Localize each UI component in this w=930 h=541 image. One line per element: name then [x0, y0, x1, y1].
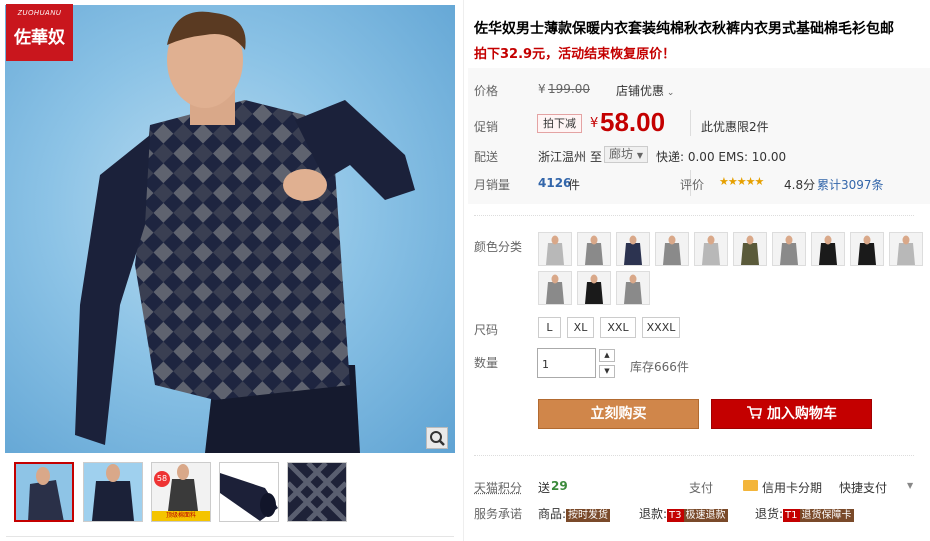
sale-price: 58.00 — [600, 107, 666, 137]
shop-discount-label: 店铺优惠 — [616, 84, 665, 98]
dropdown-arrow-icon[interactable]: ▼ — [907, 481, 913, 490]
thumbnail-3[interactable]: 58 顶级棉面料 — [151, 462, 211, 522]
original-price: 199.00 — [548, 82, 590, 96]
destination-value: 廊坊 — [609, 147, 634, 161]
color-swatch[interactable] — [538, 232, 572, 266]
thumbnail-2[interactable] — [83, 462, 143, 522]
divider — [474, 455, 914, 456]
divider — [474, 215, 914, 216]
fast-refund-badge[interactable]: 极速退款 — [683, 509, 728, 522]
color-swatch[interactable] — [577, 271, 611, 305]
color-swatch[interactable] — [538, 271, 572, 305]
payment-label: 支付 — [689, 481, 714, 495]
refund-label: 退款: — [639, 507, 668, 521]
shop-discount-dropdown[interactable]: 店铺优惠 ⌄ — [616, 82, 674, 99]
points-send: 送 — [538, 481, 551, 495]
currency-symbol: ¥ — [590, 116, 599, 131]
quantity-label: 数量 — [474, 356, 499, 370]
brand-logo: ZUOHUANU 佐華奴 — [6, 4, 73, 61]
thumbnail-1[interactable] — [14, 462, 74, 522]
size-option-xl[interactable]: XL — [567, 317, 594, 338]
review-label: 评价 — [680, 178, 705, 192]
color-swatch[interactable] — [850, 232, 884, 266]
price-label: 价格 — [474, 84, 499, 98]
promo-tag: 拍下减 — [537, 114, 582, 133]
promo-limit: 此优惠限2件 — [701, 120, 769, 134]
rating-score: 4.8分 — [784, 178, 816, 192]
color-swatch[interactable] — [733, 232, 767, 266]
thumbnail-price-badge: 58 — [154, 471, 170, 487]
size-option-xxxl[interactable]: XXXL — [642, 317, 680, 338]
color-swatch[interactable] — [694, 232, 728, 266]
credit-installment[interactable]: 信用卡分期 — [762, 479, 822, 496]
points-value: 29 — [551, 479, 568, 493]
color-swatch[interactable] — [655, 232, 689, 266]
sales-unit: 件 — [568, 178, 581, 192]
color-swatch[interactable] — [616, 271, 650, 305]
quantity-increase-button[interactable]: ▲ — [599, 349, 615, 362]
monthly-sales-label: 月销量 — [474, 178, 511, 192]
destination-select[interactable]: 廊坊 ▼ — [604, 146, 648, 163]
size-option-xxl[interactable]: XXL — [600, 317, 636, 338]
cart-icon — [746, 406, 767, 422]
thumbnail-5[interactable] — [287, 462, 347, 522]
color-swatch[interactable] — [889, 232, 923, 266]
shipping-from: 浙江温州 — [538, 150, 587, 164]
color-swatch[interactable] — [772, 232, 806, 266]
color-swatch[interactable] — [811, 232, 845, 266]
refund-code-badge: T3 — [667, 509, 684, 522]
stock-count: 库存666件 — [630, 360, 689, 374]
review-total-link[interactable]: 累计3097条 — [817, 176, 884, 193]
color-swatch[interactable] — [577, 232, 611, 266]
buy-now-button[interactable]: 立刻购买 — [538, 399, 699, 429]
shipping-fees: 快递: 0.00 EMS: 10.00 — [656, 150, 787, 164]
service-refund: 退款: T3 极速退款 — [639, 505, 728, 522]
dropdown-arrow-icon: ▼ — [636, 151, 643, 160]
color-swatch[interactable] — [616, 232, 650, 266]
monthly-sales-count: 4126 — [538, 176, 572, 190]
thumbnail-banner: 顶级棉面料 — [152, 511, 210, 521]
zoom-icon[interactable] — [426, 427, 448, 449]
service-return: 退货: T1 退货保障卡 — [755, 505, 854, 522]
return-code-badge: T1 — [783, 509, 800, 522]
model-photo — [75, 11, 415, 453]
tmall-points-label[interactable]: 天猫积分 — [474, 479, 522, 496]
thumbnail-4[interactable] — [219, 462, 279, 522]
service-label: 服务承诺 — [474, 507, 523, 521]
quick-pay[interactable]: 快捷支付 — [839, 479, 887, 496]
chevron-up-icon: ▲ — [604, 351, 610, 359]
add-to-cart-button[interactable]: 加入购物车 — [711, 399, 872, 429]
service-goods: 商品: 按时发货 — [538, 505, 611, 522]
size-option-l[interactable]: L — [538, 317, 561, 338]
goods-label: 商品: — [538, 507, 567, 521]
rating-stars-icon: ★★★★★ — [719, 175, 764, 188]
shipping-to-word: 至 — [590, 150, 603, 164]
main-product-image[interactable] — [5, 5, 455, 453]
credit-card-icon — [743, 480, 758, 491]
promo-text: 拍下32.9元，活动结束恢复原价！ — [474, 47, 676, 62]
color-label: 颜色分类 — [474, 240, 523, 254]
quantity-decrease-button[interactable]: ▼ — [599, 365, 615, 378]
on-time-delivery-badge[interactable]: 按时发货 — [566, 509, 611, 522]
product-title: 佐华奴男士薄款保暖内衣套装纯棉秋衣秋裤内衣男式基础棉毛衫包邮 — [474, 21, 894, 37]
currency-symbol: ¥ — [538, 82, 546, 96]
shipping-label: 配送 — [474, 150, 499, 164]
divider — [690, 110, 691, 136]
divider — [6, 536, 454, 537]
return-guarantee-badge[interactable]: 退货保障卡 — [799, 509, 854, 522]
divider — [463, 0, 464, 541]
return-label: 退货: — [755, 507, 784, 521]
chevron-down-icon: ⌄ — [664, 88, 675, 98]
chevron-down-icon: ▼ — [604, 367, 610, 375]
size-label: 尺码 — [474, 323, 499, 337]
quantity-input[interactable]: 1 — [537, 348, 596, 378]
add-to-cart-label: 加入购物车 — [766, 406, 837, 422]
promo-label: 促销 — [474, 120, 499, 134]
